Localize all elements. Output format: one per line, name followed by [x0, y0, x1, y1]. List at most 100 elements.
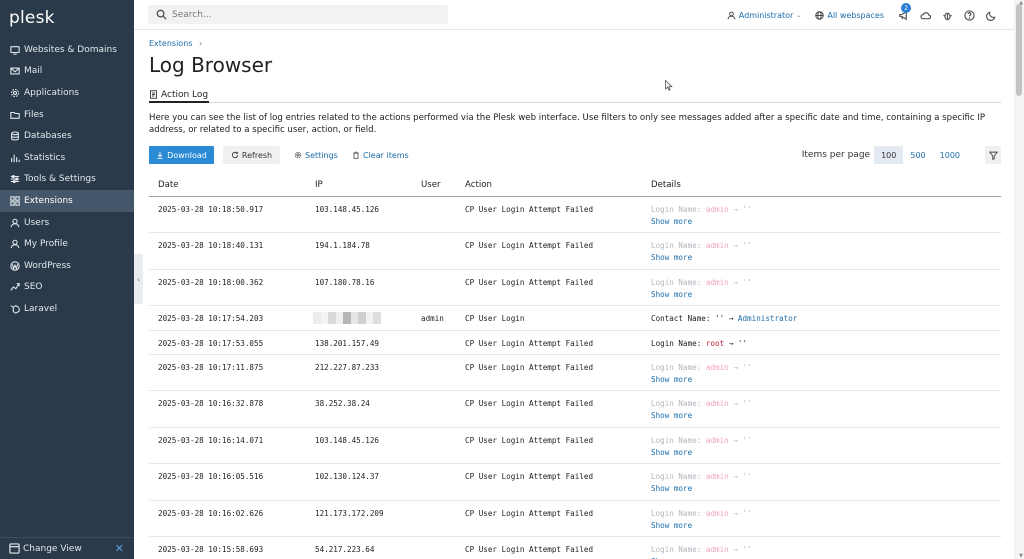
monitor-icon: [9, 44, 21, 56]
clear-items-button[interactable]: Clear items: [352, 146, 409, 164]
details-field: Login Name:: [651, 508, 702, 518]
arrow-icon: →: [733, 472, 738, 482]
cell-action: CP User Login Attempt Failed: [465, 508, 594, 518]
sidebar-collapse-handle[interactable]: ‹: [134, 254, 143, 304]
show-more-link[interactable]: Show more: [651, 411, 692, 420]
column-user[interactable]: User: [421, 180, 441, 190]
sidebar-item-statistics[interactable]: Statistics: [0, 147, 134, 169]
cell-ip: 107.180.78.16: [315, 277, 375, 287]
show-more-link[interactable]: Show more: [651, 253, 692, 262]
table-row: 2025-03-28 10:16:02.626 121.173.172.209 CP…: [149, 501, 1001, 537]
items-per-page-500[interactable]: 500: [903, 146, 932, 164]
show-more-link[interactable]: Show more: [651, 290, 692, 299]
page-scrollbar[interactable]: ▲ ▼: [1014, 0, 1024, 559]
cell-ip: 103.148.45.126: [315, 205, 380, 214]
sidebar-item-label: Tools & Settings: [24, 174, 96, 185]
column-action[interactable]: Action: [465, 180, 492, 190]
column-date[interactable]: Date: [158, 180, 179, 190]
user-menu[interactable]: Administrator ⌄: [727, 10, 801, 20]
sidebar-item-tools-settings[interactable]: Tools & Settings: [0, 169, 134, 191]
table-header: Date IP User Action Details: [149, 175, 1001, 197]
refresh-icon: [231, 151, 238, 159]
cell-ip: 194.1.184.78: [315, 241, 370, 251]
toolbar: Download Refresh Settings Clear items It…: [149, 146, 1001, 164]
details-new-value: '': [742, 241, 752, 251]
search-icon: [156, 9, 167, 20]
plesk-logo[interactable]: plesk: [9, 8, 55, 28]
items-per-page-100[interactable]: 100: [874, 146, 904, 164]
arrow-icon: →: [728, 314, 734, 324]
sidebar-item-users[interactable]: Users: [0, 212, 134, 234]
details-new-value: '': [742, 399, 752, 409]
cell-date: 2025-03-28 10:16:32.878: [158, 399, 264, 409]
arrow-icon: →: [733, 205, 738, 214]
show-more-link[interactable]: Show more: [651, 484, 692, 493]
cell-ip: 138.201.157.49: [315, 338, 380, 348]
cell-date: 2025-03-28 10:16:14.071: [158, 435, 264, 445]
scrollbar-thumb[interactable]: [1016, 4, 1022, 96]
details-field: Login Name:: [651, 399, 702, 409]
cell-ip: 121.173.172.209: [315, 508, 384, 518]
sidebar-item-extensions[interactable]: Extensions: [0, 190, 134, 212]
details-old-value: root: [705, 338, 725, 348]
sidebar-item-mail[interactable]: Mail: [0, 61, 134, 83]
search-input[interactable]: Search...: [148, 5, 448, 24]
cell-user: admin: [421, 314, 444, 324]
notifications-button[interactable]: 2: [892, 3, 914, 26]
sidebar-item-my-profile[interactable]: My Profile: [0, 233, 134, 255]
cell-ip: 38.252.38.24: [315, 399, 370, 409]
show-more-link[interactable]: Show more: [651, 217, 692, 226]
details-old-value: admin: [705, 435, 729, 445]
redacted-ip: [313, 312, 381, 325]
cell-action: CP User Login Attempt Failed: [465, 205, 594, 214]
arrow-icon: →: [728, 338, 734, 348]
show-more-link[interactable]: Show more: [651, 448, 692, 457]
user-name: Administrator: [738, 10, 794, 20]
help-button[interactable]: [958, 4, 980, 26]
arrow-icon: →: [733, 277, 738, 287]
webspaces-switch[interactable]: All webspaces: [815, 11, 884, 20]
items-per-page-1000[interactable]: 1000: [933, 146, 967, 164]
sidebar-item-laravel[interactable]: Laravel: [0, 298, 134, 320]
close-icon[interactable]: ✕: [115, 542, 124, 555]
cell-details: Login Name: root → '': [651, 339, 747, 348]
details-old-value: admin: [705, 277, 729, 287]
breadcrumb-extensions-link[interactable]: Extensions: [149, 39, 192, 48]
bug-button[interactable]: [936, 4, 958, 26]
column-ip[interactable]: IP: [315, 180, 323, 190]
sidebar-item-wordpress[interactable]: WordPress: [0, 255, 134, 277]
cell-details: Login Name: admin → '': [651, 399, 752, 408]
table-row: 2025-03-28 10:17:11.875 212.227.87.233 CP …: [149, 355, 1001, 392]
change-view-button[interactable]: Change View ✕: [0, 537, 134, 559]
sidebar-item-applications[interactable]: Applications: [0, 82, 134, 104]
sidebar-item-label: Extensions: [24, 195, 73, 206]
download-button[interactable]: Download: [149, 146, 214, 164]
sidebar-item-label: Websites & Domains: [24, 44, 117, 55]
details-old-value: admin: [705, 205, 729, 214]
show-more-link[interactable]: Show more: [651, 375, 692, 384]
column-details[interactable]: Details: [651, 180, 681, 190]
table-row: 2025-03-28 10:17:53.055 138.201.157.49 CP …: [149, 331, 1001, 355]
download-label: Download: [167, 150, 207, 160]
filter-button[interactable]: [985, 146, 1001, 164]
sidebar-item-databases[interactable]: Databases: [0, 125, 134, 147]
tab-action-log[interactable]: Action Log: [149, 88, 210, 103]
page-description: Here you can see the list of log entries…: [149, 113, 986, 135]
sidebar-nav: Websites & Domains Mail Applications Files D…: [0, 39, 134, 320]
theme-toggle-button[interactable]: [980, 4, 1002, 26]
sidebar-item-websites-domains[interactable]: Websites & Domains: [0, 39, 134, 61]
sidebar-item-files[interactable]: Files: [0, 104, 134, 126]
show-more-link[interactable]: Show more: [651, 521, 692, 530]
top-bar: Search... Administrator ⌄ All webspaces …: [134, 0, 1024, 30]
refresh-button[interactable]: Refresh: [223, 146, 280, 164]
sidebar-item-seo[interactable]: SEO: [0, 277, 134, 299]
filter-icon: [988, 151, 998, 160]
scroll-down-icon[interactable]: ▼: [1019, 553, 1023, 559]
cell-action: CP User Login Attempt Failed: [465, 338, 594, 348]
trash-icon: [353, 151, 359, 159]
arrow-icon: →: [733, 508, 738, 518]
settings-button[interactable]: Settings: [294, 146, 338, 164]
cloud-button[interactable]: [914, 4, 936, 26]
log-table: Date IP User Action Details 2025-03-28 1…: [149, 175, 1001, 559]
table-row: 2025-03-28 10:16:05.516 102.130.124.37 CP …: [149, 464, 1001, 501]
